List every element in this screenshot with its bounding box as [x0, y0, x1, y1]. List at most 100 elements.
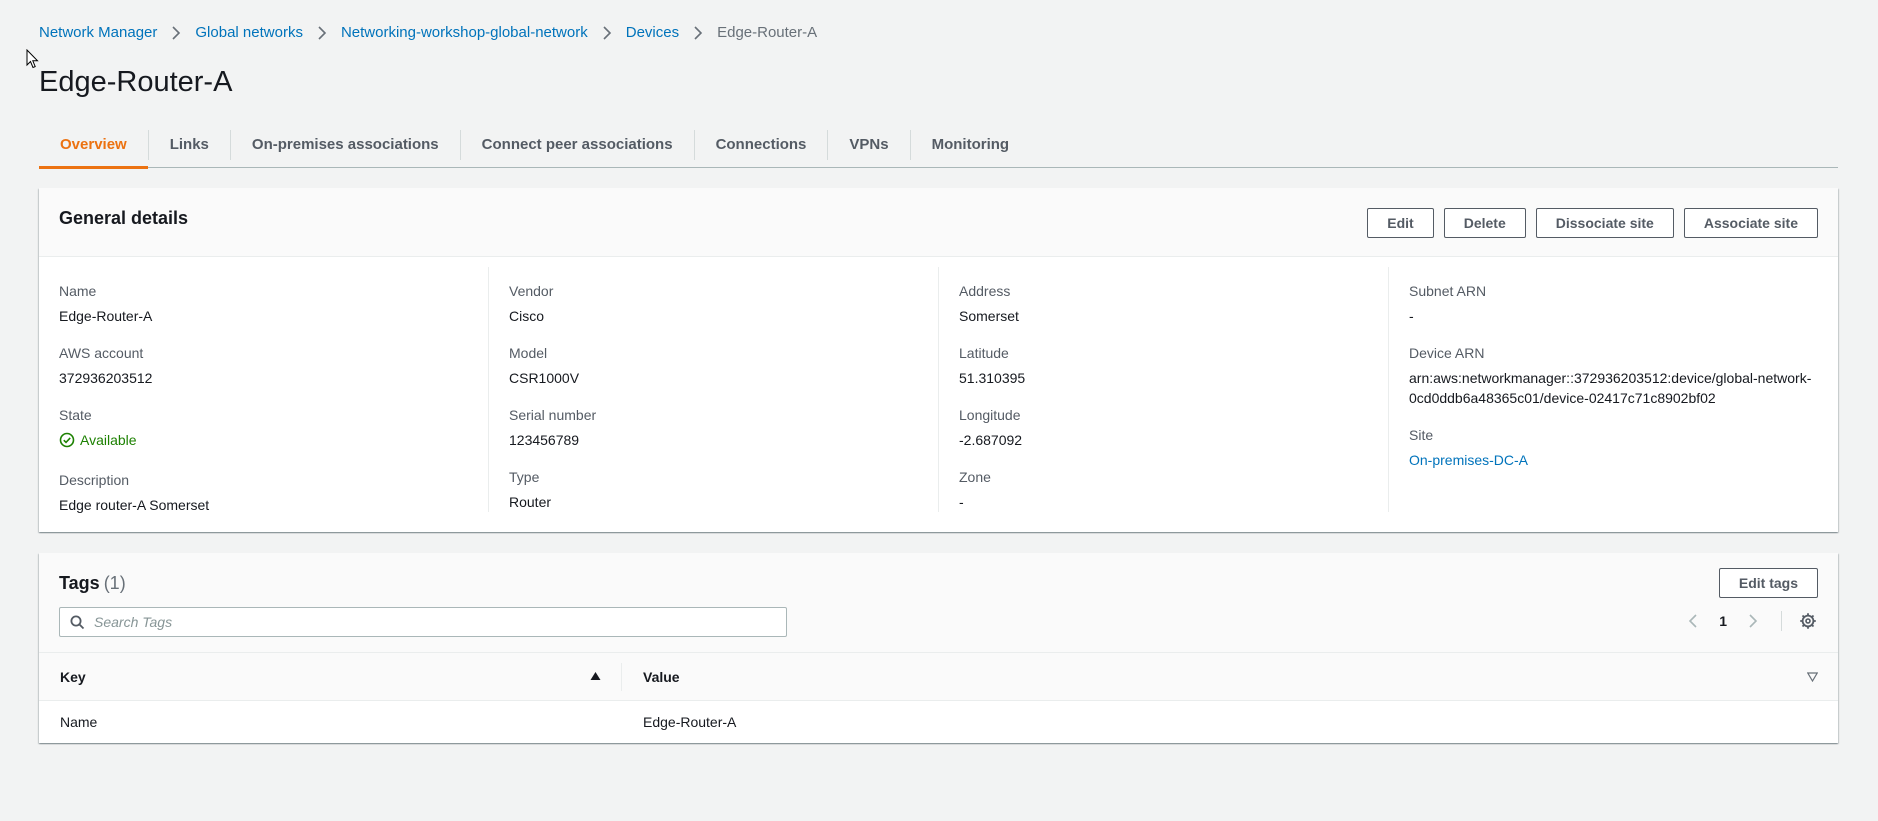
field-latitude: Latitude 51.310395 — [959, 343, 1368, 388]
sort-descending-outline-icon — [1807, 671, 1818, 682]
field-value: arn:aws:networkmanager::372936203512:dev… — [1409, 370, 1812, 406]
page-title: Edge-Router-A — [39, 66, 233, 98]
field-subnet-arn: Subnet ARN - — [1409, 281, 1818, 326]
field-label: Model — [509, 345, 548, 361]
breadcrumb-global-network[interactable]: Networking-workshop-global-network — [341, 24, 588, 41]
field-value: Available — [59, 430, 468, 453]
details-column-2: Vendor Cisco Model CSR1000V Serial numbe… — [488, 267, 938, 512]
cell-key: Name — [60, 714, 98, 730]
field-value: Somerset — [959, 308, 1019, 324]
field-label: Device ARN — [1409, 345, 1485, 361]
general-details-header: General details Edit Delete Dissociate s… — [39, 188, 1838, 257]
gear-icon — [1800, 613, 1816, 629]
field-value: CSR1000V — [509, 370, 580, 386]
page-number[interactable]: 1 — [1719, 613, 1727, 629]
breadcrumb-global-networks[interactable]: Global networks — [195, 24, 303, 41]
tab-monitoring[interactable]: Monitoring — [909, 129, 1030, 160]
dissociate-site-button[interactable]: Dissociate site — [1535, 208, 1674, 238]
tags-title-text: Tags — [59, 573, 100, 593]
field-value: -2.687092 — [959, 432, 1023, 448]
tab-connections[interactable]: Connections — [693, 129, 828, 160]
field-aws-account: AWS account 372936203512 — [59, 343, 468, 388]
field-name: Name Edge-Router-A — [59, 281, 468, 326]
tab-links[interactable]: Links — [147, 129, 230, 160]
field-label: AWS account — [59, 345, 144, 361]
field-label: Latitude — [959, 345, 1009, 361]
chevron-right-icon — [1749, 614, 1758, 628]
tags-header: Tags(1) Edit tags 1 — [39, 553, 1838, 653]
field-label: Vendor — [509, 283, 554, 299]
breadcrumb-current: Edge-Router-A — [717, 24, 818, 41]
field-label: Serial number — [509, 407, 597, 423]
tags-search[interactable] — [59, 607, 787, 637]
page: Network Manager Global networks Networki… — [0, 0, 1878, 821]
pager-divider — [1781, 611, 1782, 631]
preferences-button[interactable] — [1798, 611, 1818, 631]
details-column-3: Address Somerset Latitude 51.310395 Long… — [938, 267, 1388, 512]
edit-button[interactable]: Edit — [1367, 208, 1434, 238]
tab-bar: Overview Links On-premises associations … — [39, 122, 1838, 169]
field-longitude: Longitude -2.687092 — [959, 405, 1368, 450]
next-page-button[interactable] — [1743, 611, 1763, 631]
field-serial-number: Serial number 123456789 — [509, 405, 918, 450]
field-value: Router — [509, 494, 552, 510]
field-label: Site — [1409, 427, 1434, 443]
tab-vpns[interactable]: VPNs — [827, 129, 909, 160]
tags-table-header: Key Value — [39, 653, 1838, 701]
field-state: State Available — [59, 405, 468, 453]
delete-button[interactable]: Delete — [1443, 208, 1526, 238]
status-badge: Available — [59, 430, 137, 450]
pagination: 1 — [1683, 611, 1818, 631]
field-vendor: Vendor Cisco — [509, 281, 918, 326]
field-label: Description — [59, 472, 130, 488]
table-row: Name Edge-Router-A — [39, 701, 1838, 743]
breadcrumb-network-manager[interactable]: Network Manager — [39, 24, 157, 41]
field-description: Description Edge router-A Somerset — [59, 470, 468, 515]
column-header-label: Value — [643, 668, 680, 685]
field-label: Address — [959, 283, 1011, 299]
search-input[interactable] — [94, 614, 774, 630]
column-header-label: Key — [60, 668, 86, 685]
field-address: Address Somerset — [959, 281, 1368, 326]
site-link[interactable]: On-premises-DC-A — [1409, 452, 1528, 468]
tab-on-premises-associations[interactable]: On-premises associations — [229, 129, 460, 160]
field-zone: Zone - — [959, 467, 1368, 512]
tags-count: (1) — [103, 573, 126, 593]
field-value: 123456789 — [509, 432, 580, 448]
breadcrumb-devices[interactable]: Devices — [626, 24, 679, 41]
sort-ascending-icon — [590, 672, 601, 680]
cell-value: Edge-Router-A — [643, 714, 737, 730]
field-label: Longitude — [959, 407, 1021, 423]
column-header-value[interactable]: Value — [621, 662, 1838, 691]
chevron-left-icon — [1689, 614, 1697, 628]
field-label: Type — [509, 469, 540, 485]
field-value: Edge-Router-A — [59, 308, 153, 324]
field-device-arn: Device ARN arn:aws:networkmanager::37293… — [1409, 343, 1818, 408]
chevron-right-icon — [693, 25, 703, 40]
field-value: - — [1409, 308, 1414, 324]
general-details-title: General details — [59, 208, 189, 228]
mouse-cursor-icon — [26, 49, 39, 69]
field-model: Model CSR1000V — [509, 343, 918, 388]
column-header-key[interactable]: Key — [39, 653, 621, 700]
tags-title: Tags (1) — [59, 573, 126, 594]
associate-site-button[interactable]: Associate site — [1683, 208, 1818, 238]
tab-overview[interactable]: Overview — [39, 130, 148, 169]
field-value: - — [959, 494, 964, 510]
field-label: Name — [59, 283, 97, 299]
field-site: Site On-premises-DC-A — [1409, 425, 1818, 470]
state-text: Available — [80, 432, 137, 448]
prev-page-button[interactable] — [1683, 611, 1703, 631]
chevron-right-icon — [171, 25, 181, 40]
field-label: Zone — [959, 469, 991, 485]
field-label: State — [59, 407, 92, 423]
field-value: On-premises-DC-A — [1409, 450, 1818, 470]
details-column-1: Name Edge-Router-A AWS account 372936203… — [39, 267, 488, 515]
tab-connect-peer-associations[interactable]: Connect peer associations — [459, 129, 694, 160]
edit-tags-button[interactable]: Edit tags — [1718, 568, 1818, 598]
details-column-4: Subnet ARN - Device ARN arn:aws:networkm… — [1388, 267, 1838, 512]
field-label: Subnet ARN — [1409, 283, 1487, 299]
field-value: 51.310395 — [959, 370, 1026, 386]
field-value: 372936203512 — [59, 370, 153, 386]
chevron-right-icon — [317, 25, 327, 40]
